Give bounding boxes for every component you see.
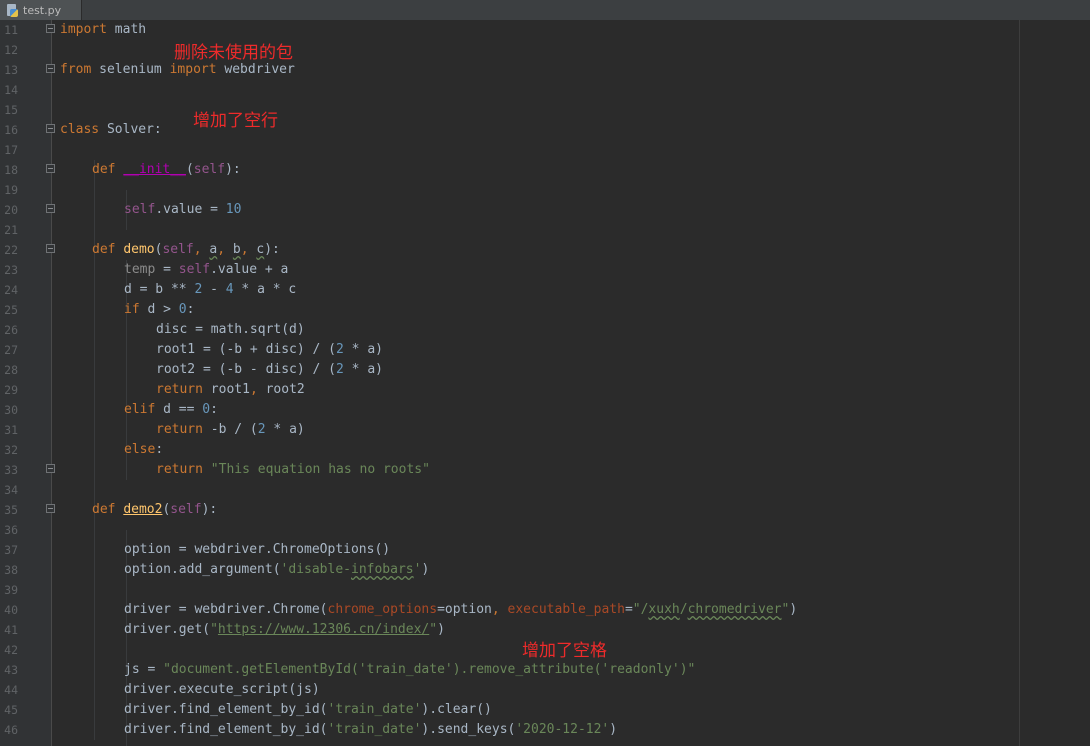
code-line-24: d = b ** 2 - 4 * a * c	[124, 282, 297, 297]
tab-label: test.py	[23, 3, 62, 17]
code-line-41: driver.get("https://www.12306.cn/index/"…	[124, 622, 445, 637]
line-number: 14	[4, 83, 18, 97]
line-number: 18	[4, 163, 18, 177]
code-line-40: driver = webdriver.Chrome(chrome_options…	[124, 602, 798, 617]
code-line-18: def __init__(self):	[92, 162, 241, 177]
line-number: 35	[4, 503, 18, 517]
line-number: 15	[4, 103, 18, 117]
code-line-26: disc = math.sqrt(d)	[156, 322, 305, 337]
fold-marker[interactable]	[46, 24, 55, 33]
line-number: 16	[4, 123, 18, 137]
line-number: 46	[4, 723, 18, 737]
code-editor[interactable]: 11 12 13 14 15 16 17 18 19 20 21 22 23 24 25 26 27 28 29 30…	[0, 20, 1090, 746]
ide-window: test.py 11 12 13 14 15 16 17 18 19 20 21 22 23 24 25 26…	[0, 0, 1090, 746]
line-number: 11	[4, 23, 18, 37]
line-number: 26	[4, 323, 18, 337]
line-number-gutter: 11 12 13 14 15 16 17 18 19 20 21 22 23 24 25 26 27 28 29 30…	[0, 20, 52, 746]
code-line-27: root1 = (-b + disc) / (2 * a)	[156, 342, 383, 357]
line-number: 13	[4, 63, 18, 77]
code-line-31: return -b / (2 * a)	[156, 422, 305, 437]
fold-marker[interactable]	[46, 64, 55, 73]
code-line-32: else:	[124, 442, 164, 457]
annotation-removed-imports: 删除未使用的包	[174, 43, 293, 63]
code-line-29: return root1, root2	[156, 382, 305, 397]
line-number: 27	[4, 343, 18, 357]
line-number: 33	[4, 463, 18, 477]
line-number: 23	[4, 263, 18, 277]
line-number: 39	[4, 583, 18, 597]
line-number: 32	[4, 443, 18, 457]
url-link[interactable]: https://www.12306.cn/index/	[218, 622, 429, 637]
line-number: 22	[4, 243, 18, 257]
line-number: 25	[4, 303, 18, 317]
code-line-11: import math	[60, 22, 147, 37]
code-line-20: self.value = 10	[124, 202, 242, 217]
line-number: 44	[4, 683, 18, 697]
line-number: 41	[4, 623, 18, 637]
code-line-30: elif d == 0:	[124, 402, 218, 417]
line-number: 31	[4, 423, 18, 437]
python-file-icon	[6, 3, 18, 17]
code-line-22: def demo(self, a, b, c):	[92, 242, 280, 257]
line-number: 38	[4, 563, 18, 577]
tab-test-py[interactable]: test.py	[0, 0, 82, 20]
fold-marker[interactable]	[46, 204, 55, 213]
code-line-38: option.add_argument('disable-infobars')	[124, 562, 430, 577]
code-line-25: if d > 0:	[124, 302, 195, 317]
code-line-23: temp = self.value + a	[124, 262, 289, 277]
line-number: 36	[4, 523, 18, 537]
code-line-45: driver.find_element_by_id('train_date').…	[124, 702, 492, 717]
fold-marker[interactable]	[46, 464, 55, 473]
fold-marker[interactable]	[46, 244, 55, 253]
line-number: 42	[4, 643, 18, 657]
annotation-added-blank-line: 增加了空行	[193, 111, 278, 131]
right-margin-guide	[1019, 20, 1020, 746]
line-number: 40	[4, 603, 18, 617]
line-number: 28	[4, 363, 18, 377]
code-line-28: root2 = (-b - disc) / (2 * a)	[156, 362, 383, 377]
line-number: 17	[4, 143, 18, 157]
fold-marker[interactable]	[46, 124, 55, 133]
code-line-35: def demo2(self):	[92, 502, 218, 517]
line-number: 21	[4, 223, 18, 237]
code-line-37: option = webdriver.ChromeOptions()	[124, 542, 391, 557]
code-line-44: driver.execute_script(js)	[124, 682, 320, 697]
line-number: 19	[4, 183, 18, 197]
line-number: 20	[4, 203, 18, 217]
line-number: 37	[4, 543, 18, 557]
code-line-16: class Solver:	[60, 122, 162, 137]
code-line-46: driver.find_element_by_id('train_date').…	[124, 722, 618, 737]
editor-tab-bar: test.py	[0, 0, 1090, 21]
fold-marker[interactable]	[46, 164, 55, 173]
line-number: 12	[4, 43, 18, 57]
line-number: 30	[4, 403, 18, 417]
line-number: 34	[4, 483, 18, 497]
fold-marker[interactable]	[46, 504, 55, 513]
line-number: 29	[4, 383, 18, 397]
code-line-43: js = "document.getElementById('train_dat…	[124, 662, 696, 677]
line-number: 24	[4, 283, 18, 297]
code-line-33: return "This equation has no roots"	[156, 462, 430, 477]
line-number: 45	[4, 703, 18, 717]
code-line-13: from selenium import webdriver	[60, 62, 295, 77]
line-number: 43	[4, 663, 18, 677]
annotation-added-spaces: 增加了空格	[522, 641, 607, 661]
